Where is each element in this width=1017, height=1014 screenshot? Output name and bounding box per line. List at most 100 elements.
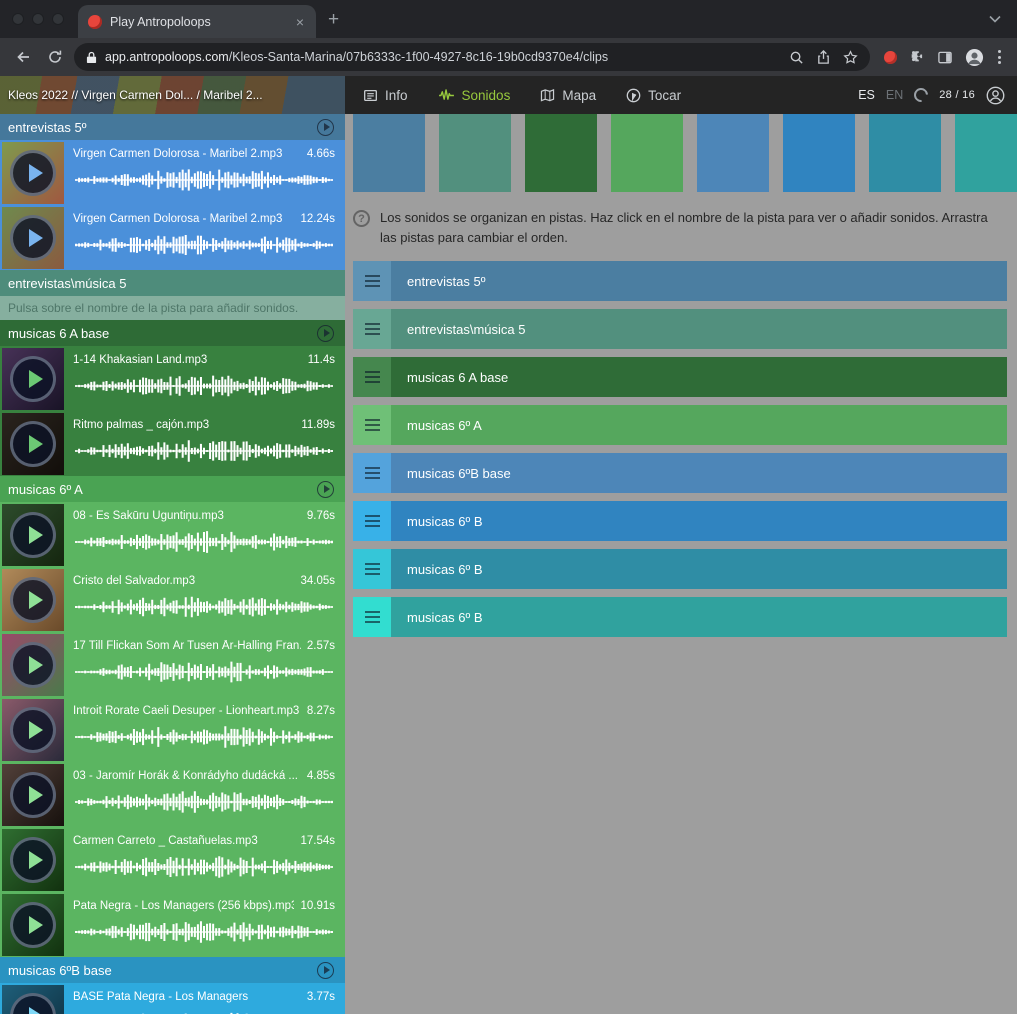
tab-sonidos[interactable]: Sonidos xyxy=(438,88,511,103)
tab-close-icon[interactable]: × xyxy=(294,14,306,30)
track-color-swatch[interactable] xyxy=(955,114,1017,192)
lock-icon[interactable] xyxy=(86,51,97,64)
recording-extension-icon[interactable] xyxy=(884,51,897,64)
track-color-swatch[interactable] xyxy=(525,114,597,192)
language-en[interactable]: EN xyxy=(886,88,903,102)
track-color-swatch[interactable] xyxy=(697,114,769,192)
clip-play-icon[interactable] xyxy=(10,642,56,688)
section-play-icon[interactable] xyxy=(317,962,334,979)
clip-item[interactable]: Virgen Carmen Dolorosa - Maribel 2.mp3 1… xyxy=(0,205,345,270)
clip-thumbnail[interactable] xyxy=(2,207,64,269)
clip-play-icon[interactable] xyxy=(10,512,56,558)
clip-item[interactable]: 08 - Es Sakūru Uguntiņu.mp3 9.76s xyxy=(0,502,345,567)
track-row[interactable]: musicas 6º A xyxy=(353,405,1007,445)
browser-tab[interactable]: Play Antropoloops × xyxy=(78,5,316,38)
drag-handle-icon[interactable] xyxy=(353,405,391,445)
clip-play-icon[interactable] xyxy=(10,993,56,1014)
sidebar-section-header[interactable]: musicas 6º A xyxy=(0,476,345,502)
track-color-swatch[interactable] xyxy=(869,114,941,192)
clip-play-icon[interactable] xyxy=(10,837,56,883)
track-row[interactable]: entrevistas 5º xyxy=(353,261,1007,301)
clip-thumbnail[interactable] xyxy=(2,348,64,410)
track-row[interactable]: musicas 6º B xyxy=(353,597,1007,637)
clip-thumbnail[interactable] xyxy=(2,829,64,891)
breadcrumb[interactable]: Kleos 2022 // Virgen Carmen Dol... / Mar… xyxy=(0,76,345,114)
track-color-swatch[interactable] xyxy=(439,114,511,192)
profile-avatar-icon[interactable] xyxy=(965,48,984,67)
tab-tocar[interactable]: Tocar xyxy=(626,88,681,103)
clip-thumbnail[interactable] xyxy=(2,413,64,475)
window-close-button[interactable] xyxy=(12,13,24,25)
clip-thumbnail[interactable] xyxy=(2,764,64,826)
clip-thumbnail[interactable] xyxy=(2,569,64,631)
drag-handle-icon[interactable] xyxy=(353,597,391,637)
clip-thumbnail[interactable] xyxy=(2,894,64,956)
track-color-swatch[interactable] xyxy=(353,114,425,192)
track-color-swatch[interactable] xyxy=(611,114,683,192)
clip-thumbnail[interactable] xyxy=(2,985,64,1014)
zoom-icon[interactable] xyxy=(789,50,804,65)
extensions-puzzle-icon[interactable] xyxy=(909,49,925,65)
clip-item[interactable]: 03 - Jaromír Horák & Konrádyho dudácká .… xyxy=(0,762,345,827)
clip-play-icon[interactable] xyxy=(10,215,56,261)
drag-handle-icon[interactable] xyxy=(353,453,391,493)
track-row[interactable]: entrevistas\música 5 xyxy=(353,309,1007,349)
sidebar-section-header[interactable]: musicas 6 A base xyxy=(0,320,345,346)
clip-play-icon[interactable] xyxy=(10,772,56,818)
track-row[interactable]: musicas 6º B xyxy=(353,549,1007,589)
sidebar-section-header[interactable]: musicas 6ºB base xyxy=(0,957,345,983)
track-row[interactable]: musicas 6º B xyxy=(353,501,1007,541)
share-icon[interactable] xyxy=(816,50,831,65)
clip-play-icon[interactable] xyxy=(10,421,56,467)
drag-handle-icon[interactable] xyxy=(353,309,391,349)
language-es[interactable]: ES xyxy=(858,88,875,102)
drag-handle-icon[interactable] xyxy=(353,501,391,541)
window-zoom-button[interactable] xyxy=(52,13,64,25)
clip-item[interactable]: 1-14 Khakasian Land.mp3 11.4s xyxy=(0,346,345,411)
clip-item[interactable]: Introit Rorate Caeli Desuper - Lionheart… xyxy=(0,697,345,762)
clip-play-icon[interactable] xyxy=(10,577,56,623)
clip-play-icon[interactable] xyxy=(10,356,56,402)
bookmark-star-icon[interactable] xyxy=(843,50,858,65)
clip-item[interactable]: BASE Pata Negra - Los Managers 3.77s xyxy=(0,983,345,1014)
clip-item[interactable]: Carmen Carreto _ Castañuelas.mp3 17.54s xyxy=(0,827,345,892)
clip-item[interactable]: Cristo del Salvador.mp3 34.05s xyxy=(0,567,345,632)
track-name: musicas 6º B xyxy=(391,610,483,625)
header-right: ES EN 28 / 16 xyxy=(858,86,1017,105)
clip-item[interactable]: Virgen Carmen Dolorosa - Maribel 2.mp3 4… xyxy=(0,140,345,205)
section-play-icon[interactable] xyxy=(317,481,334,498)
clip-item[interactable]: Ritmo palmas _ cajón.mp3 11.89s xyxy=(0,411,345,476)
clip-play-icon[interactable] xyxy=(10,707,56,753)
sidebar-section-header[interactable]: entrevistas\música 5 xyxy=(0,270,345,296)
waveform xyxy=(73,167,335,193)
clip-thumbnail[interactable] xyxy=(2,634,64,696)
drag-handle-icon[interactable] xyxy=(353,357,391,397)
clip-thumbnail[interactable] xyxy=(2,142,64,204)
track-color-swatch[interactable] xyxy=(783,114,855,192)
clip-play-icon[interactable] xyxy=(10,902,56,948)
side-panel-icon[interactable] xyxy=(937,50,953,65)
track-name: musicas 6ºB base xyxy=(391,466,511,481)
browser-menu-icon[interactable] xyxy=(996,50,1003,64)
tab-info[interactable]: Info xyxy=(363,88,408,103)
tab-mapa[interactable]: Mapa xyxy=(540,88,596,103)
back-button[interactable] xyxy=(10,44,36,70)
tab-search-chevron-icon[interactable] xyxy=(989,15,1001,23)
clip-item[interactable]: Pata Negra - Los Managers (256 kbps).mp3… xyxy=(0,892,345,957)
clip-item[interactable]: 17 Till Flickan Som Är Tusen År-Halling … xyxy=(0,632,345,697)
account-icon[interactable] xyxy=(986,86,1005,105)
section-play-icon[interactable] xyxy=(317,119,334,136)
window-minimize-button[interactable] xyxy=(32,13,44,25)
new-tab-button[interactable]: + xyxy=(328,10,339,29)
reload-button[interactable] xyxy=(42,44,68,70)
drag-handle-icon[interactable] xyxy=(353,549,391,589)
address-bar[interactable]: app.antropoloops.com/Kleos-Santa-Marina/… xyxy=(74,43,870,71)
sidebar-section-header[interactable]: entrevistas 5º xyxy=(0,114,345,140)
track-row[interactable]: musicas 6 A base xyxy=(353,357,1007,397)
clip-thumbnail[interactable] xyxy=(2,699,64,761)
section-play-icon[interactable] xyxy=(317,325,334,342)
clip-play-icon[interactable] xyxy=(10,150,56,196)
drag-handle-icon[interactable] xyxy=(353,261,391,301)
clip-thumbnail[interactable] xyxy=(2,504,64,566)
track-row[interactable]: musicas 6ºB base xyxy=(353,453,1007,493)
